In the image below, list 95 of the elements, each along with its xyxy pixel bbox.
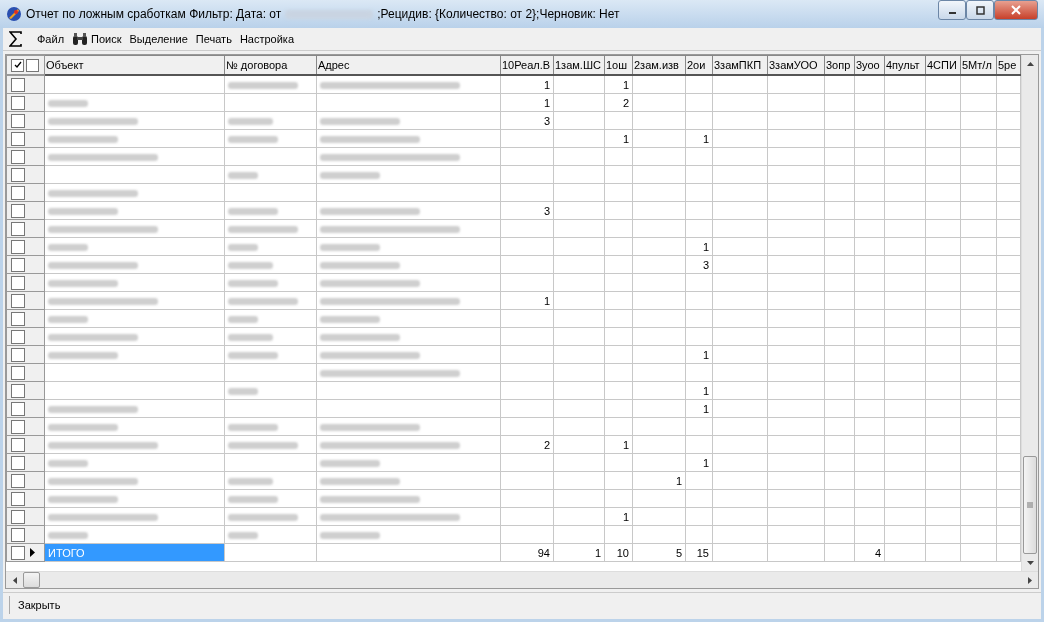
app-icon xyxy=(6,6,22,22)
scroll-right-icon[interactable] xyxy=(1027,576,1032,584)
column-header[interactable]: 3уоо xyxy=(854,55,885,75)
table-cell: 1 xyxy=(604,507,633,526)
table-cell: 1 xyxy=(604,75,633,94)
table-cell: 3 xyxy=(500,201,554,220)
table-cell: 10 xyxy=(604,543,633,562)
table-cell: 1 xyxy=(604,435,633,454)
table-cell: 3 xyxy=(685,255,713,274)
row-checkbox[interactable] xyxy=(11,365,25,380)
scroll-up-icon[interactable] xyxy=(1026,61,1034,66)
maximize-button[interactable] xyxy=(966,0,994,20)
row-checkbox[interactable] xyxy=(11,167,25,182)
row-checkbox[interactable] xyxy=(11,437,25,452)
column-header[interactable]: 3замУОО xyxy=(767,55,825,75)
window-title-filter: ;Рецидив: {Количество: от 2};Черновик: Нет xyxy=(377,7,620,21)
menu-item[interactable]: Печать xyxy=(195,33,232,45)
table-cell: 1 xyxy=(685,453,713,472)
row-checkbox[interactable] xyxy=(11,113,25,128)
menu-item[interactable]: Выделение xyxy=(129,33,188,45)
row-checkbox[interactable] xyxy=(11,275,25,290)
menu-item[interactable]: Файл xyxy=(37,33,65,45)
scroll-thumb[interactable] xyxy=(1023,456,1037,554)
row-checkbox[interactable] xyxy=(11,419,25,434)
row-checkbox[interactable] xyxy=(11,185,25,200)
row-checkbox[interactable] xyxy=(11,293,25,308)
column-header[interactable]: 2зам.изв xyxy=(632,55,686,75)
table-cell: 1 xyxy=(604,129,633,148)
row-checkbox[interactable] xyxy=(11,383,25,398)
window-title: Отчет по ложным сработкам Фильтр: Дата: от xyxy=(26,7,282,21)
table-cell: 15 xyxy=(685,543,713,562)
table-cell: 2 xyxy=(604,93,633,112)
column-header[interactable]: 1ош xyxy=(604,55,633,75)
minimize-button[interactable] xyxy=(938,0,966,20)
sum-icon[interactable] xyxy=(9,31,23,47)
minimize-icon xyxy=(948,12,956,14)
header-checkbox[interactable] xyxy=(11,58,24,72)
row-checkbox[interactable] xyxy=(11,149,25,164)
table-cell: 1 xyxy=(500,291,554,310)
row-checkbox[interactable] xyxy=(11,401,25,416)
horizontal-scrollbar[interactable] xyxy=(6,571,1038,588)
column-header[interactable]: 4СПИ xyxy=(925,55,961,75)
table-cell: 2 xyxy=(500,435,554,454)
row-checkbox[interactable] xyxy=(11,455,25,470)
maximize-icon xyxy=(975,5,985,15)
table-cell: 1 xyxy=(500,75,554,94)
column-header[interactable]: 3опр xyxy=(824,55,855,75)
column-header[interactable]: 4пульт xyxy=(884,55,926,75)
row-checkbox[interactable] xyxy=(11,347,25,362)
table-cell: 1 xyxy=(553,543,605,562)
row-checkbox[interactable] xyxy=(11,95,25,110)
table-cell: 1 xyxy=(632,471,686,490)
table-cell: 5 xyxy=(632,543,686,562)
column-header[interactable]: 1зам.ШС xyxy=(553,55,605,75)
column-header[interactable]: № договора xyxy=(224,55,317,75)
close-icon xyxy=(1011,5,1021,15)
table-cell: 1 xyxy=(685,381,713,400)
scroll-down-icon[interactable] xyxy=(1026,560,1034,565)
column-header[interactable]: Объект xyxy=(44,55,225,75)
row-checkbox[interactable] xyxy=(11,311,25,326)
table-cell: 1 xyxy=(685,345,713,364)
row-checkbox[interactable] xyxy=(11,203,25,218)
column-header[interactable]: 5ре xyxy=(996,55,1021,75)
table-cell: 1 xyxy=(685,237,713,256)
column-header[interactable]: 2ои xyxy=(685,55,713,75)
scroll-thumb[interactable] xyxy=(23,572,40,588)
table-cell: 3 xyxy=(500,111,554,130)
row-checkbox[interactable] xyxy=(11,131,25,146)
row-checkbox[interactable] xyxy=(11,329,25,344)
header-checkbox[interactable] xyxy=(26,58,39,72)
table-cell: 1 xyxy=(685,129,713,148)
table-cell: 1 xyxy=(500,93,554,112)
table-cell: 1 xyxy=(685,399,713,418)
menu-item[interactable]: Поиск xyxy=(91,33,122,45)
column-header[interactable]: 3замПКП xyxy=(712,55,768,75)
row-checkbox[interactable] xyxy=(11,239,25,254)
row-checkbox[interactable] xyxy=(11,221,25,236)
menu-item[interactable]: Настройка xyxy=(239,33,295,45)
close-button[interactable]: Закрыть xyxy=(9,596,69,614)
row-checkbox[interactable] xyxy=(11,77,25,92)
row-checkbox[interactable] xyxy=(11,527,25,542)
table-cell: 94 xyxy=(500,543,554,562)
scroll-left-icon[interactable] xyxy=(12,576,17,584)
vertical-scrollbar[interactable] xyxy=(1021,55,1038,571)
column-header[interactable]: 5Мт/л xyxy=(960,55,997,75)
row-checkbox[interactable] xyxy=(11,509,25,524)
row-checkbox[interactable] xyxy=(11,545,25,560)
row-checkbox[interactable] xyxy=(11,257,25,272)
binoculars-icon xyxy=(72,32,89,46)
table-cell: 4 xyxy=(854,543,885,562)
column-header[interactable]: 10Реал.В xyxy=(500,55,554,75)
close-button[interactable] xyxy=(994,0,1038,20)
row-checkbox[interactable] xyxy=(11,491,25,506)
column-header[interactable]: Адрес xyxy=(316,55,501,75)
row-checkbox[interactable] xyxy=(11,473,25,488)
